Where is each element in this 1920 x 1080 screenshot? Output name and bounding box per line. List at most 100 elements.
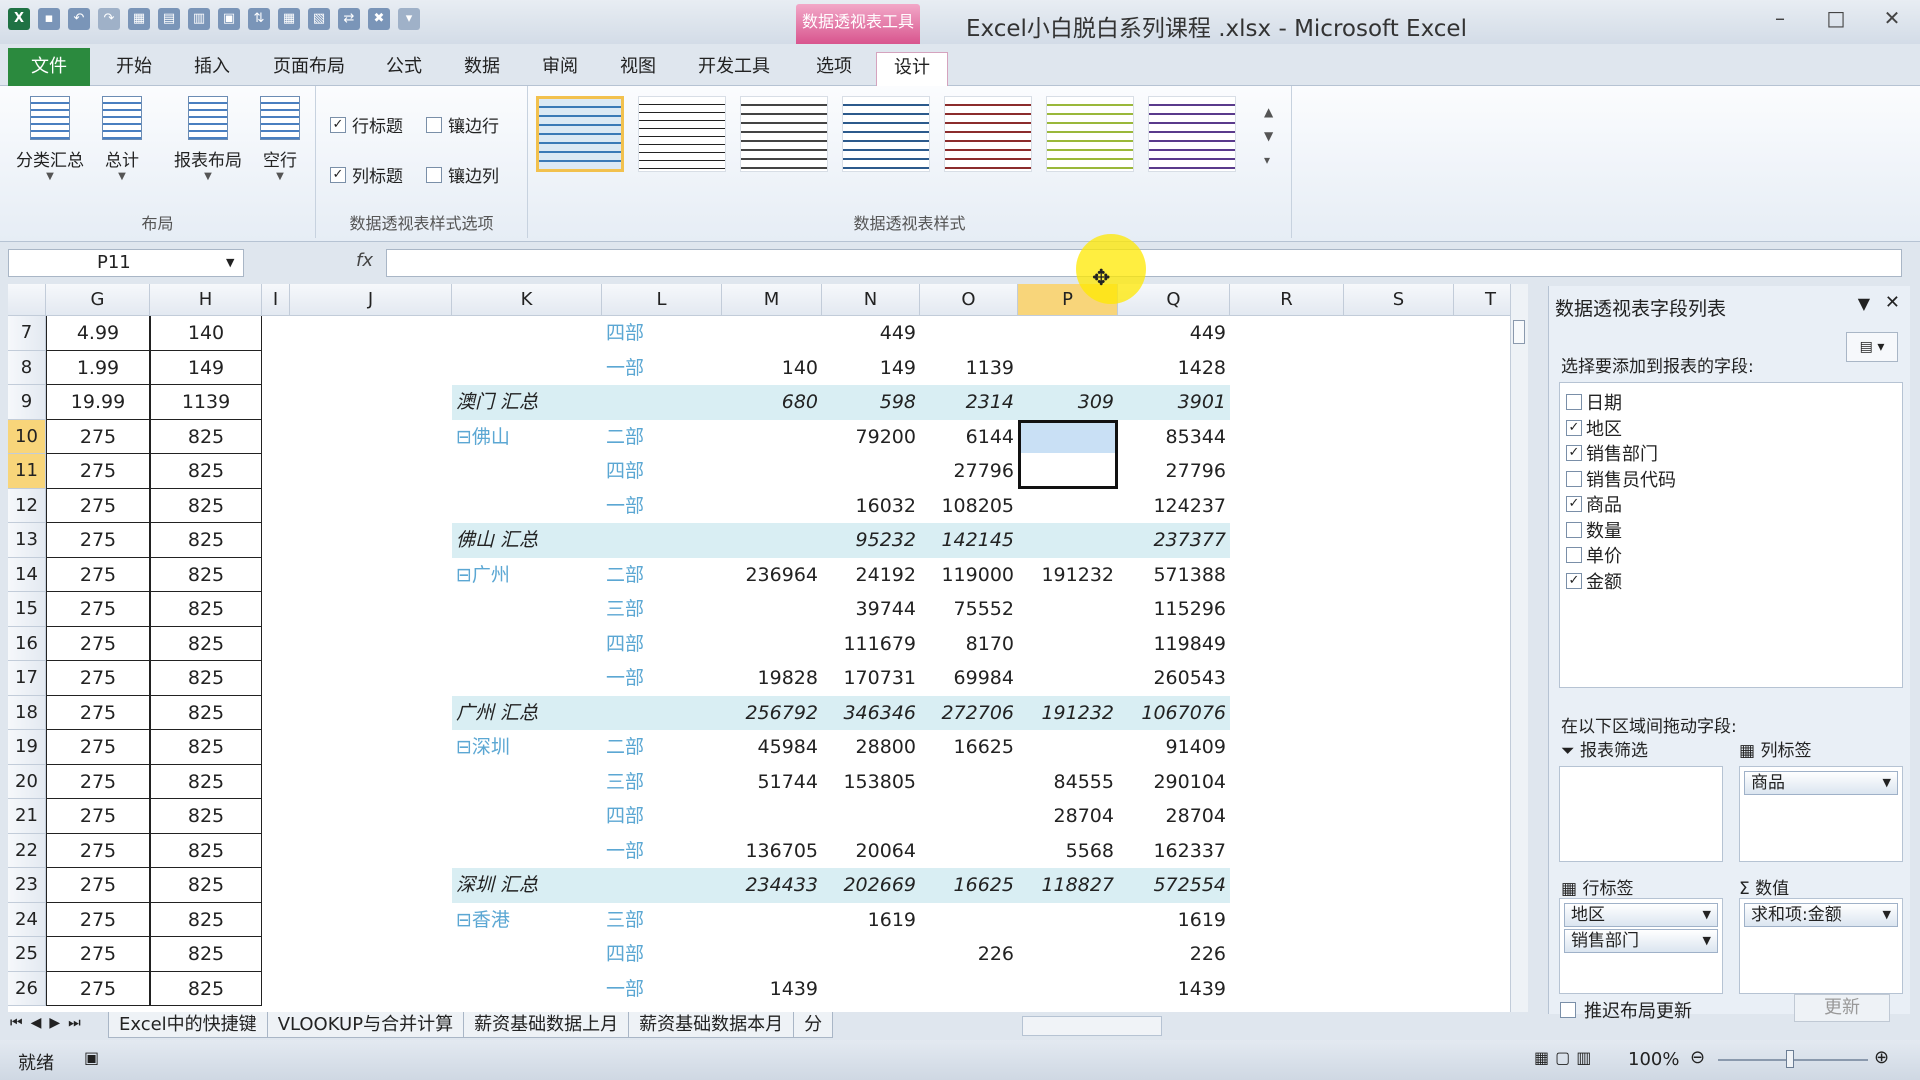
filter-icon[interactable]: ▧ — [308, 8, 330, 30]
sort-icon[interactable]: ⇅ — [248, 8, 270, 30]
subtotal-label[interactable]: 佛山 汇总 — [452, 523, 602, 558]
pivot-value-cell[interactable]: 28704 — [1118, 799, 1230, 834]
cell-h[interactable]: 825 — [150, 799, 262, 834]
field-checkbox[interactable]: ✓ — [1566, 419, 1582, 436]
pivot-value-cell[interactable]: 226 — [920, 937, 1018, 972]
row-header[interactable]: 14 — [8, 557, 46, 592]
pivot-value-cell[interactable]: 1619 — [1118, 903, 1230, 938]
column-header[interactable]: L — [602, 284, 722, 316]
field-checkbox[interactable] — [1566, 394, 1582, 410]
cell-g[interactable]: 19.99 — [46, 385, 150, 420]
pivot-value-cell[interactable]: 237377 — [1118, 523, 1230, 558]
cell-h[interactable]: 825 — [150, 523, 262, 558]
cell-h[interactable]: 825 — [150, 868, 262, 903]
region-label[interactable] — [452, 834, 602, 869]
save-icon[interactable]: ▪ — [38, 8, 60, 30]
name-box-dropdown-icon[interactable]: ▼ — [226, 256, 234, 269]
dept-label[interactable]: 三部 — [602, 903, 722, 938]
cell-h[interactable]: 825 — [150, 764, 262, 799]
insert-function-icon[interactable]: fx — [356, 250, 373, 271]
dept-label[interactable]: 二部 — [602, 420, 722, 455]
pivot-value-cell[interactable]: 79200 — [822, 420, 920, 455]
dept-label[interactable]: 三部 — [602, 765, 722, 800]
pivot-value-cell[interactable]: 5568 — [1018, 834, 1118, 869]
pivot-value-cell[interactable] — [722, 523, 822, 558]
row-header[interactable]: 18 — [8, 695, 46, 730]
dept-label[interactable] — [602, 868, 722, 903]
dept-label[interactable] — [602, 523, 722, 558]
values-area[interactable]: 求和项:金额 ▼ — [1739, 898, 1903, 994]
dept-label[interactable]: 二部 — [602, 730, 722, 765]
field-checkbox[interactable]: ✓ — [1566, 445, 1582, 461]
banded-rows-checkbox[interactable]: 镶边行 — [426, 112, 499, 137]
subtotal-label[interactable]: 深圳 汇总 — [452, 868, 602, 903]
customize-qat-icon[interactable]: ▾ — [398, 8, 420, 30]
cell-h[interactable]: 825 — [150, 419, 262, 454]
column-field-item[interactable]: 商品 ▼ — [1744, 771, 1898, 795]
cell-h[interactable]: 825 — [150, 626, 262, 661]
select-all-corner[interactable] — [8, 284, 46, 316]
vertical-scrollbar[interactable] — [1510, 284, 1528, 1012]
row-headers-checkbox[interactable]: ✓ 行标题 — [330, 112, 403, 137]
pivot-value-cell[interactable]: 170731 — [822, 661, 920, 696]
pivot-value-cell[interactable]: 28704 — [1018, 799, 1118, 834]
pivot-value-cell[interactable]: 140 — [722, 351, 822, 386]
cell-g[interactable]: 275 — [46, 902, 150, 937]
column-header[interactable]: M — [722, 284, 822, 316]
pivot-value-cell[interactable] — [722, 420, 822, 455]
pivot-value-cell[interactable]: 1428 — [1118, 351, 1230, 386]
cell-h[interactable]: 825 — [150, 488, 262, 523]
tab-review[interactable]: 审阅 — [530, 52, 590, 86]
pivot-value-cell[interactable] — [1018, 316, 1118, 351]
sheet-tab[interactable]: 薪资基础数据本月 — [628, 1012, 795, 1038]
pivot-value-cell[interactable] — [1018, 523, 1118, 558]
tab-file[interactable]: 文件 — [8, 48, 90, 86]
row-field-item[interactable]: 地区 ▼ — [1564, 903, 1718, 927]
pivot-value-cell[interactable]: 309 — [1018, 385, 1118, 420]
tab-view[interactable]: 视图 — [608, 52, 668, 86]
cell-g[interactable]: 275 — [46, 799, 150, 834]
pivot-value-cell[interactable]: 1067076 — [1118, 696, 1230, 731]
update-button[interactable]: 更新 — [1794, 994, 1890, 1022]
dept-label[interactable]: 一部 — [602, 351, 722, 386]
region-label[interactable] — [452, 937, 602, 972]
pivot-value-cell[interactable]: 24192 — [822, 558, 920, 593]
pivot-value-cell[interactable]: 119000 — [920, 558, 1018, 593]
field-item[interactable]: 数量 — [1566, 517, 1622, 543]
pivot-value-cell[interactable] — [822, 799, 920, 834]
pivot-value-cell[interactable]: 256792 — [722, 696, 822, 731]
column-header[interactable]: I — [262, 284, 290, 316]
region-label[interactable] — [452, 765, 602, 800]
pivot-value-cell[interactable]: 226 — [1118, 937, 1230, 972]
pivot-value-cell[interactable]: 39744 — [822, 592, 920, 627]
merge-icon[interactable]: ⇄ — [338, 8, 360, 30]
pivot-value-cell[interactable]: 191232 — [1018, 558, 1118, 593]
pivot-value-cell[interactable]: 20064 — [822, 834, 920, 869]
pivot-value-cell[interactable]: 142145 — [920, 523, 1018, 558]
pivot-value-cell[interactable] — [920, 799, 1018, 834]
pivot-value-cell[interactable]: 680 — [722, 385, 822, 420]
dept-label[interactable]: 一部 — [602, 661, 722, 696]
field-item[interactable]: 单价 — [1566, 542, 1622, 568]
pivot-value-cell[interactable] — [722, 316, 822, 351]
style-swatch-4[interactable] — [842, 96, 930, 172]
pivot-value-cell[interactable]: 19828 — [722, 661, 822, 696]
region-label[interactable] — [452, 972, 602, 1007]
region-label[interactable] — [452, 351, 602, 386]
value-field-item[interactable]: 求和项:金额 ▼ — [1744, 903, 1898, 927]
pivot-value-cell[interactable]: 115296 — [1118, 592, 1230, 627]
column-header[interactable]: N — [822, 284, 920, 316]
pivot-value-cell[interactable]: 111679 — [822, 627, 920, 662]
column-header[interactable]: H — [150, 284, 262, 316]
dept-label[interactable]: 一部 — [602, 489, 722, 524]
blank-rows-button[interactable]: 空行 ▼ — [250, 96, 310, 182]
subtotal-label[interactable]: 广州 汇总 — [452, 696, 602, 731]
cell-g[interactable]: 275 — [46, 764, 150, 799]
style-swatch-2[interactable] — [638, 96, 726, 172]
sheet-nav-icon[interactable]: ⏮◀▶⏭ — [10, 1015, 89, 1031]
zoom-out-icon[interactable]: ⊖ — [1690, 1047, 1705, 1068]
pivot-value-cell[interactable]: 136705 — [722, 834, 822, 869]
zoom-level[interactable]: 100% — [1628, 1049, 1679, 1070]
pivot-value-cell[interactable]: 1139 — [920, 351, 1018, 386]
cell-g[interactable]: 275 — [46, 695, 150, 730]
